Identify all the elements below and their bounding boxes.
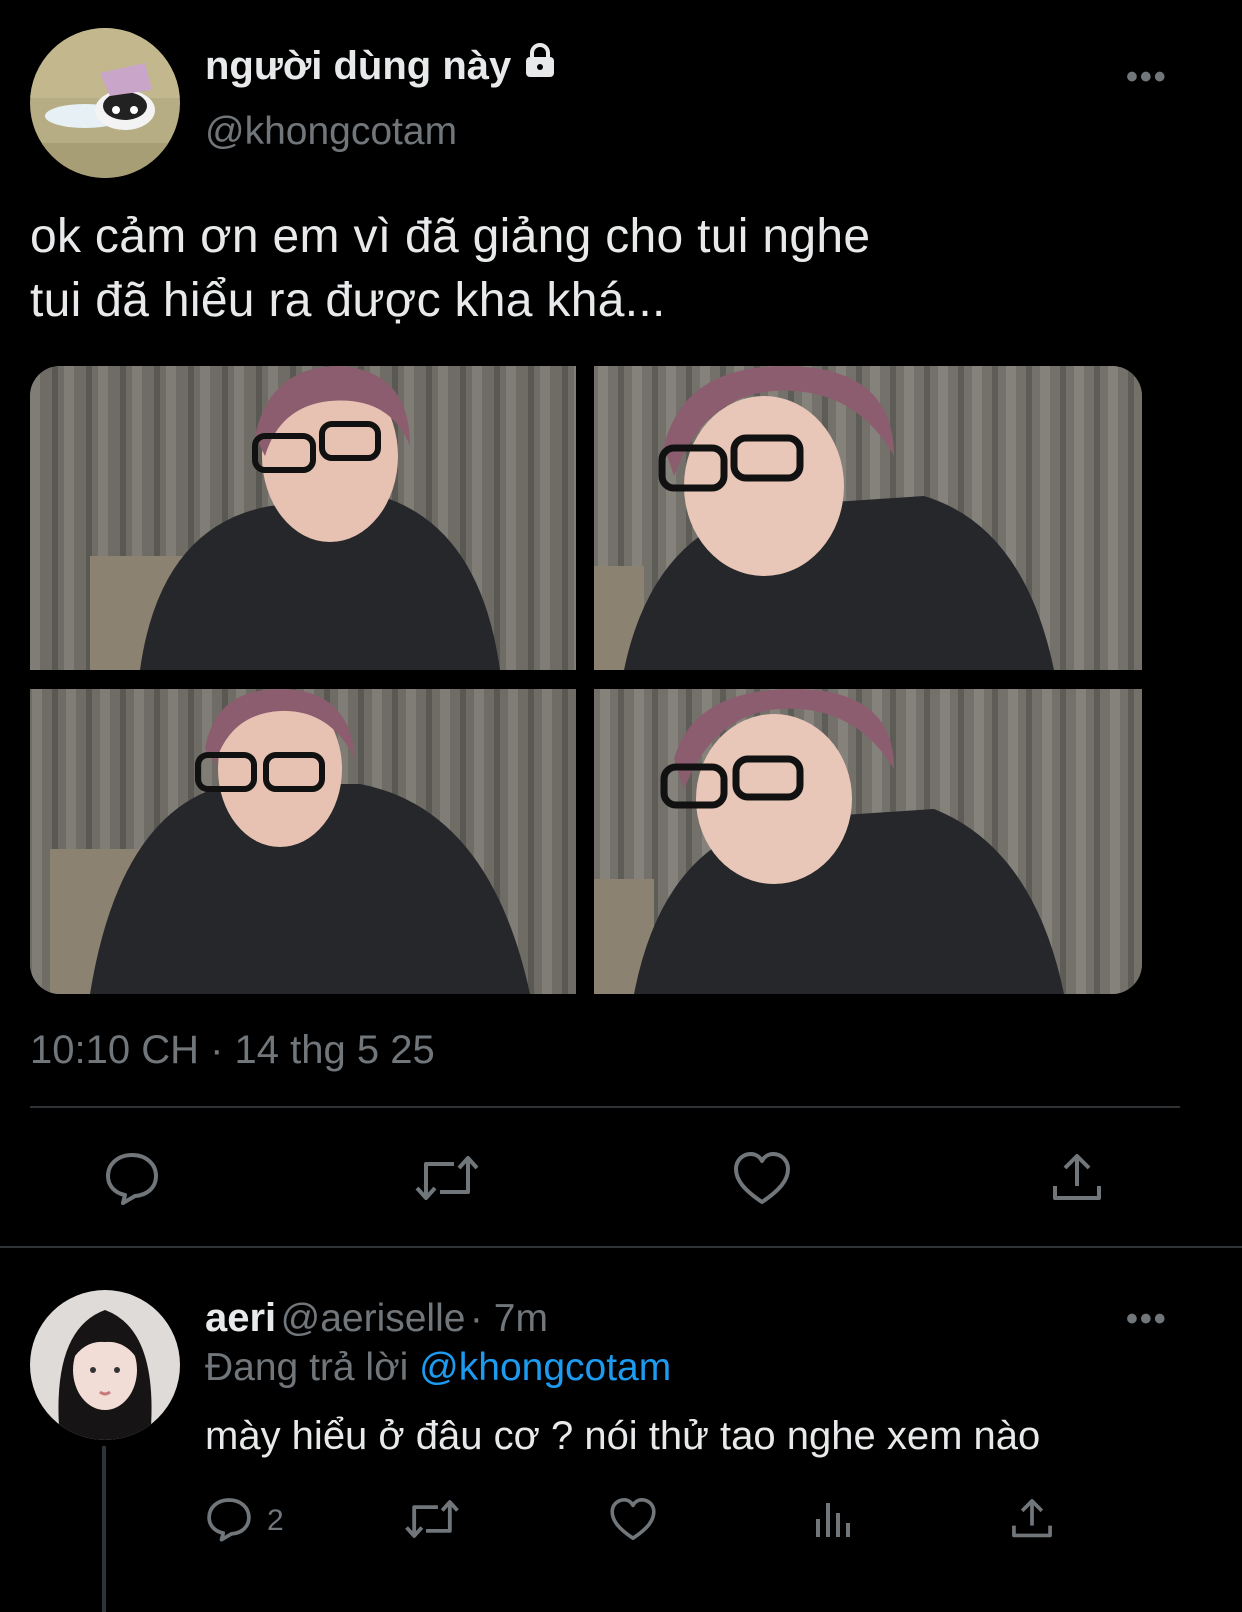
retweet-icon: [414, 1150, 480, 1211]
reply-separator: ·: [469, 1297, 494, 1340]
author-name[interactable]: người dùng này: [205, 42, 559, 90]
reply-like-button[interactable]: [608, 1496, 658, 1546]
reply-retweet-button[interactable]: [404, 1496, 460, 1546]
author-avatar[interactable]: [30, 28, 180, 178]
share-icon: [1049, 1150, 1105, 1211]
like-icon: [609, 1496, 657, 1547]
author-handle[interactable]: @khongcotam: [205, 110, 457, 154]
reply-more-icon[interactable]: •••: [1126, 1300, 1168, 1339]
like-button[interactable]: [730, 1148, 794, 1212]
reply-views-button[interactable]: [810, 1496, 856, 1546]
section-divider: [0, 1246, 1242, 1248]
retweet-icon: [404, 1495, 460, 1548]
like-icon: [732, 1150, 792, 1211]
tweet-photo-1[interactable]: [30, 366, 576, 670]
views-icon: [811, 1497, 855, 1546]
reply-author-handle[interactable]: @aeriselle: [281, 1297, 466, 1340]
reply-reply-button[interactable]: 2: [205, 1496, 284, 1546]
reply-button[interactable]: [100, 1148, 164, 1212]
tweet-timestamp[interactable]: 10:10 CH · 14 thg 5 25: [30, 1028, 435, 1073]
tweet-photo-4[interactable]: [594, 689, 1142, 994]
tweet-photo-3[interactable]: [30, 689, 576, 994]
divider: [30, 1106, 1180, 1108]
tweet-text: ok cảm ơn em vì đã giảng cho tui nghe tu…: [30, 205, 870, 333]
lock-icon: [521, 42, 559, 90]
more-icon[interactable]: •••: [1126, 58, 1168, 97]
reply-author-avatar[interactable]: [30, 1290, 180, 1440]
thread-line: [102, 1446, 106, 1612]
reply-share-button[interactable]: [1008, 1496, 1056, 1546]
retweet-button[interactable]: [414, 1148, 480, 1212]
replying-to: Đang trả lời @khongcotam: [205, 1346, 671, 1390]
replying-to-mention[interactable]: @khongcotam: [419, 1346, 671, 1389]
reply-author-name[interactable]: aeri: [205, 1296, 276, 1340]
tweet-text-line-2: tui đã hiểu ra được kha khá...: [30, 274, 666, 327]
tweet-photo-2[interactable]: [594, 366, 1142, 670]
reply-header: aeri @aeriselle · 7m: [205, 1296, 548, 1341]
share-icon: [1009, 1496, 1055, 1547]
author-name-text: người dùng này: [205, 43, 512, 88]
reply-text: mày hiểu ở đâu cơ ? nói thử tao nghe xem…: [205, 1414, 1041, 1458]
share-button[interactable]: [1046, 1148, 1108, 1212]
tweet-text-line-1: ok cảm ơn em vì đã giảng cho tui nghe: [30, 210, 871, 263]
reply-icon: [103, 1149, 161, 1212]
reply-count: 2: [267, 1504, 284, 1537]
replying-to-prefix: Đang trả lời: [205, 1346, 420, 1389]
reply-icon: [205, 1495, 253, 1548]
reply-age[interactable]: 7m: [494, 1297, 548, 1340]
